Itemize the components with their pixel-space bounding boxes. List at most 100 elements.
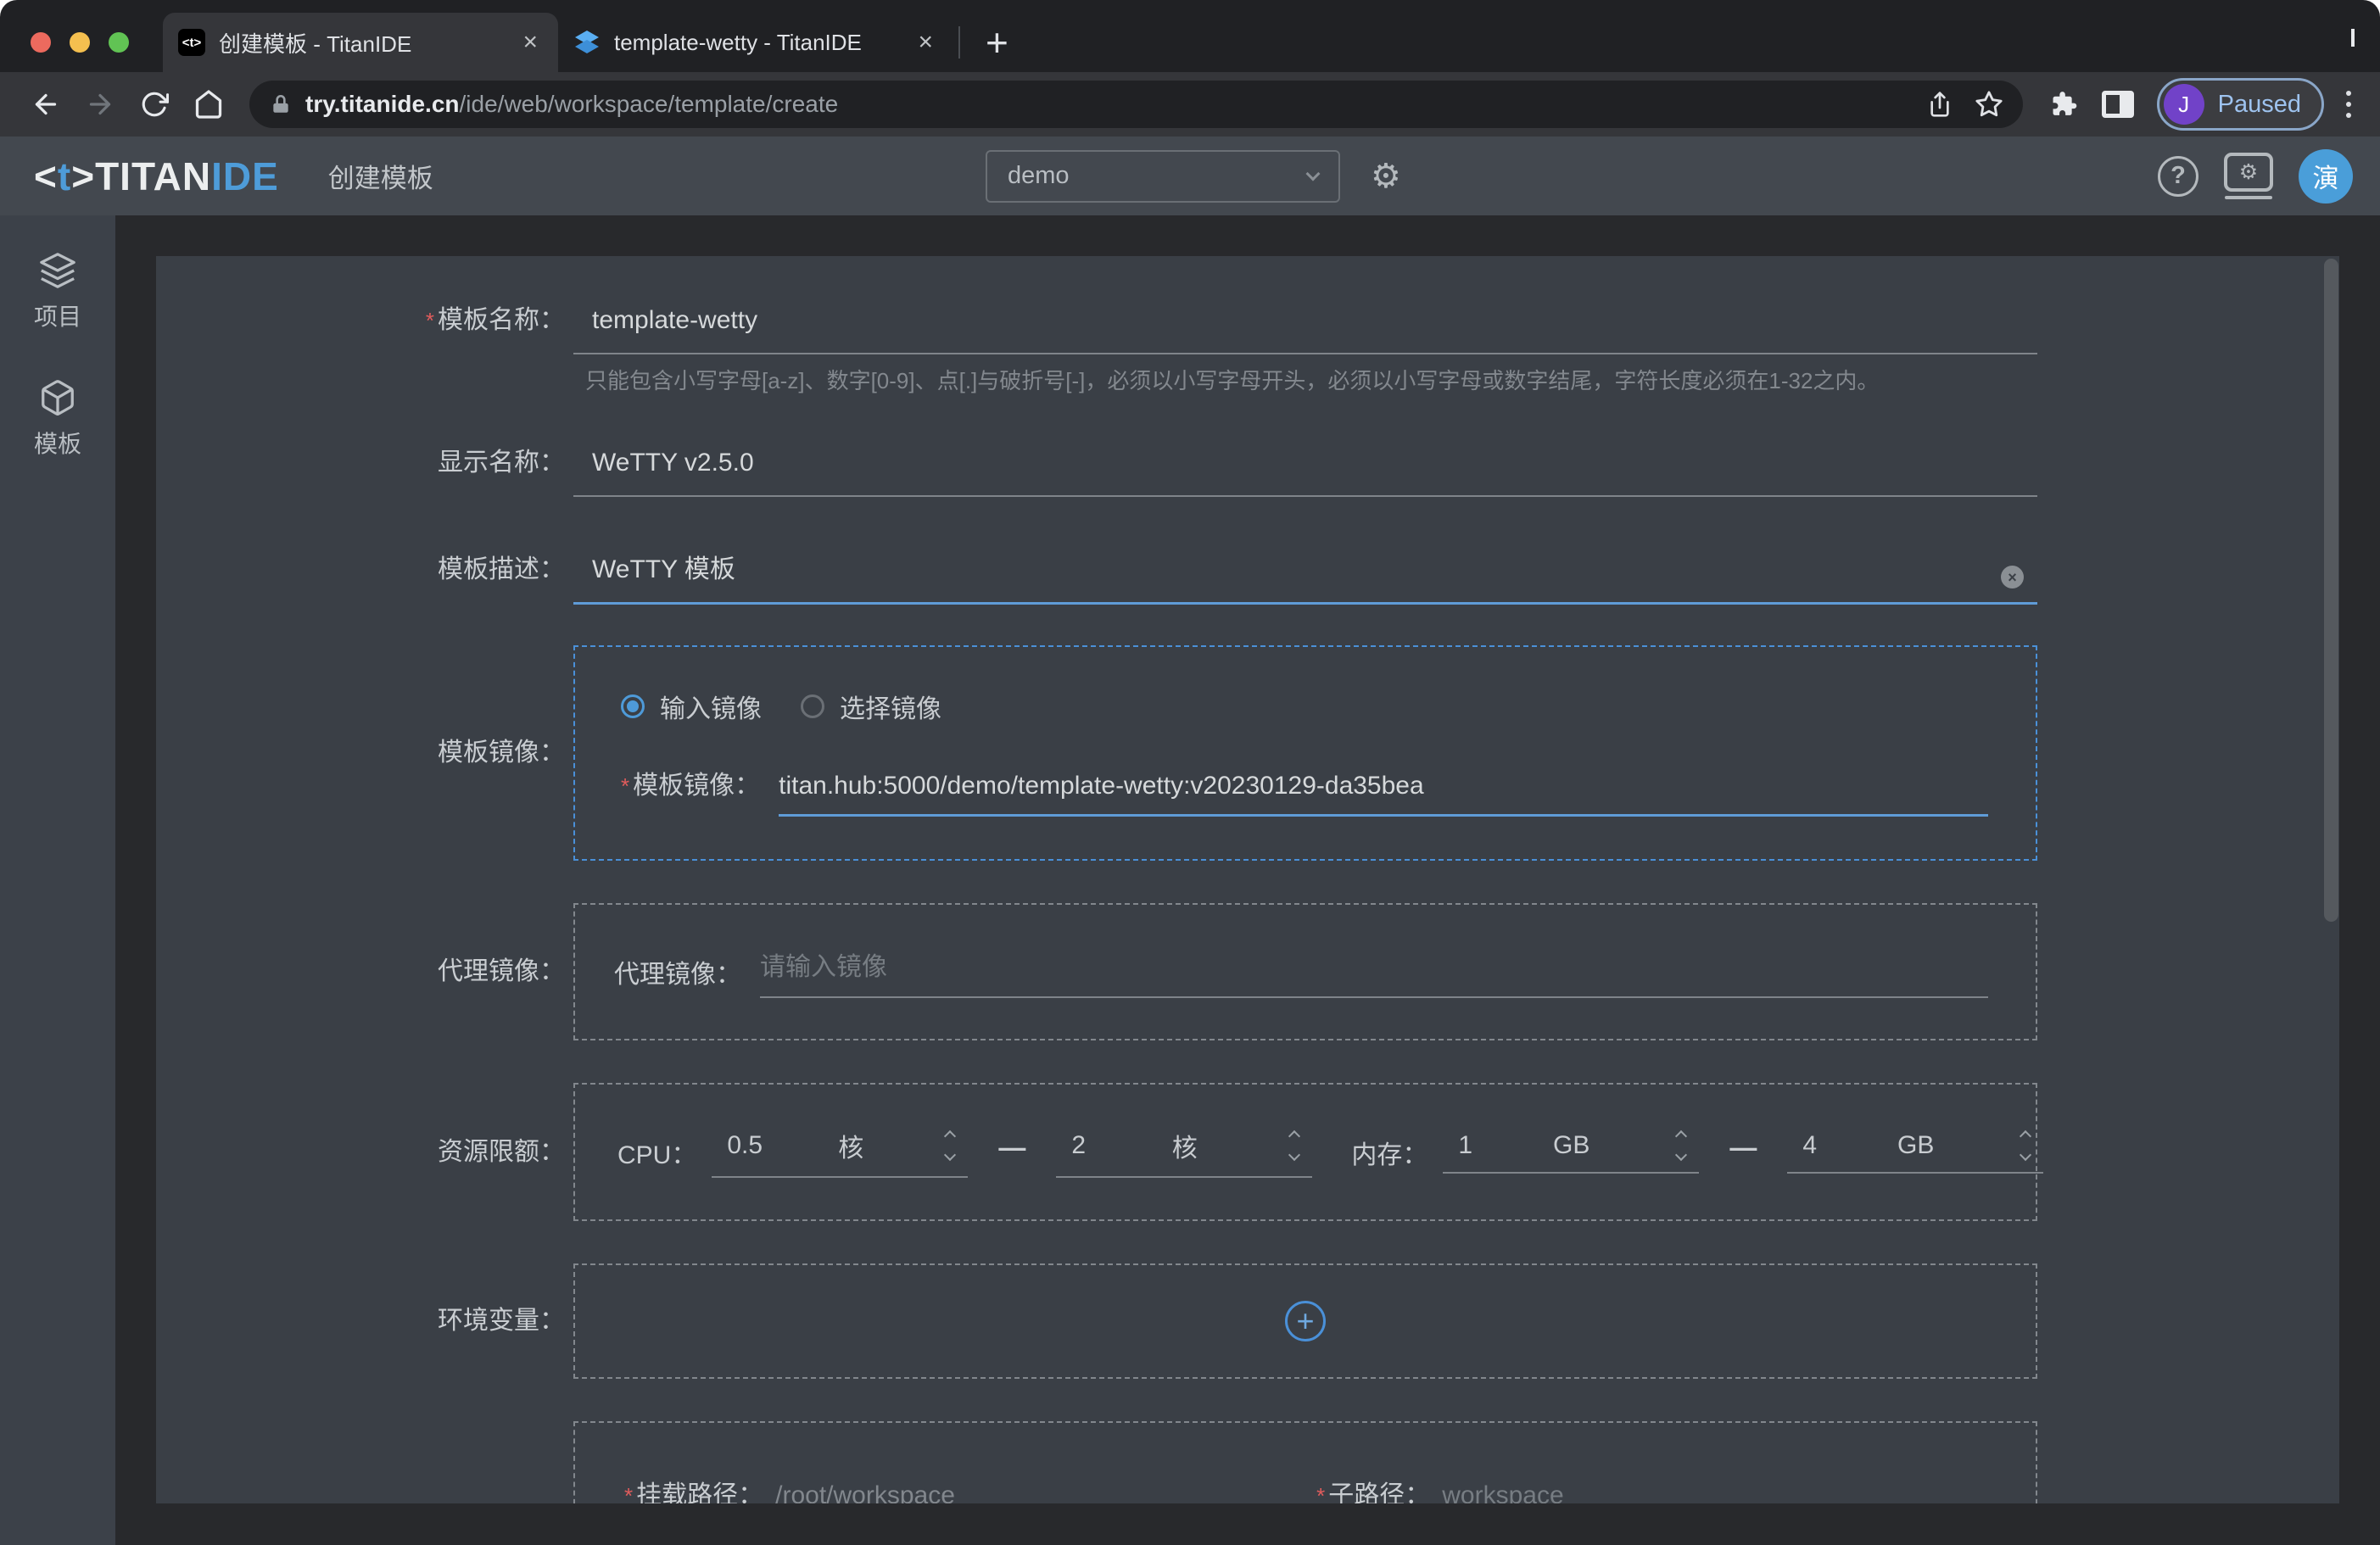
scrollbar-thumb[interactable] xyxy=(2324,259,2338,922)
workspace-select-value: demo xyxy=(1008,162,1308,190)
back-icon[interactable] xyxy=(25,84,66,125)
bookmark-star-icon[interactable] xyxy=(1969,84,2009,125)
template-image-label: 模板镜像： xyxy=(156,736,573,770)
titanide-logo: <t>TITANIDE xyxy=(34,153,279,199)
user-avatar[interactable]: 演 xyxy=(2299,149,2353,204)
template-name-hint: 只能包含小写字母[a-z]、数字[0-9]、点[.]与破折号[-]，必须以小写字… xyxy=(573,366,2037,395)
template-image-input[interactable]: titan.hub:5000/demo/template-wetty:v2023… xyxy=(779,772,1988,817)
sidebar: 项目 模板 xyxy=(0,215,115,1545)
browser-tab-create-template[interactable]: <t> 创建模板 - TitanIDE × xyxy=(163,13,558,72)
home-icon[interactable] xyxy=(188,84,229,125)
tab-title: 创建模板 - TitanIDE xyxy=(219,27,516,59)
memory-max-stepper[interactable]: 4 GB xyxy=(1787,1131,2043,1174)
proxy-image-input[interactable]: 请输入镜像 xyxy=(760,945,1988,998)
content-area: 项目 模板 *模板名称： template-wetty 只能包含 xyxy=(0,215,2380,1545)
workspace-settings-gear-icon[interactable]: ⚙ xyxy=(1371,159,1401,193)
tab-title: template-wetty - TitanIDE xyxy=(614,30,911,56)
env-vars-box: + xyxy=(573,1263,2037,1379)
browser-toolbar: try.titanide.cn/ide/web/workspace/templa… xyxy=(0,72,2380,137)
add-env-var-button[interactable]: + xyxy=(1285,1301,1326,1341)
display-name-label: 显示名称： xyxy=(156,446,573,480)
template-desc-input[interactable]: WeTTY 模板 × xyxy=(573,553,2037,605)
extensions-puzzle-icon[interactable] xyxy=(2043,84,2084,125)
display-name-row: 显示名称： WeTTY v2.5.0 xyxy=(156,446,2339,497)
proxy-image-row: 代理镜像： 代理镜像： 请输入镜像 xyxy=(156,903,2339,1040)
cpu-label: CPU： xyxy=(617,1134,696,1171)
template-desc-row: 模板描述： WeTTY 模板 × xyxy=(156,553,2339,605)
mount-path-input[interactable]: /root/workspace xyxy=(768,1481,1288,1503)
sidebar-item-projects[interactable]: 项目 xyxy=(34,251,81,332)
radio-select-image[interactable] xyxy=(801,694,824,718)
side-panel-icon[interactable] xyxy=(2098,84,2138,125)
sidebar-item-label: 项目 xyxy=(34,298,81,332)
sidebar-item-label: 模板 xyxy=(34,426,81,460)
app-header: <t>TITANIDE 创建模板 demo ⚙ ? ⚙ 演 xyxy=(0,137,2380,215)
share-icon[interactable] xyxy=(1919,84,1960,125)
cube-icon xyxy=(38,378,77,417)
fullscreen-window-button[interactable] xyxy=(109,32,129,53)
resource-limits-label: 资源限额： xyxy=(156,1135,573,1169)
inner-template-image-label: *模板镜像： xyxy=(621,764,760,801)
clear-input-icon[interactable]: × xyxy=(2001,566,2024,588)
display-name-input[interactable]: WeTTY v2.5.0 xyxy=(573,446,2037,497)
radio-input-image-selected[interactable] xyxy=(621,694,645,718)
mount-path-row: *挂载路径： /root/workspace *子路径： workspace xyxy=(156,1421,2339,1503)
template-desc-label: 模板描述： xyxy=(156,553,573,587)
page-title: 创建模板 xyxy=(328,157,433,195)
window-controls xyxy=(0,13,163,72)
image-mode-radio-group: 输入镜像 选择镜像 xyxy=(621,688,1988,725)
proxy-image-box: 代理镜像： 请输入镜像 xyxy=(573,903,2037,1040)
address-bar[interactable]: try.titanide.cn/ide/web/workspace/templa… xyxy=(249,81,2023,128)
console-settings-icon[interactable]: ⚙ xyxy=(2224,153,2273,199)
tab-close-icon[interactable]: × xyxy=(911,30,940,55)
header-right-actions: ? ⚙ 演 xyxy=(2158,149,2353,204)
cpu-max-stepper[interactable]: 2 核 xyxy=(1056,1127,1312,1178)
close-window-button[interactable] xyxy=(31,32,51,53)
profile-avatar: J xyxy=(2164,84,2204,125)
template-image-row: 模板镜像： 输入镜像 选择镜像 *模板镜像： titan.hub:5000/de… xyxy=(156,645,2339,861)
template-image-box: 输入镜像 选择镜像 *模板镜像： titan.hub:5000/demo/tem… xyxy=(573,645,2037,861)
resource-limits-row: 资源限额： CPU： 0.5 核 — 2 核 xyxy=(156,1083,2339,1221)
radio-input-image-label: 输入镜像 xyxy=(660,688,762,725)
browser-window: <t> 创建模板 - TitanIDE × template-wetty - T… xyxy=(0,0,2380,1545)
memory-min-stepper[interactable]: 1 GB xyxy=(1443,1131,1699,1174)
url-path: /ide/web/workspace/template/create xyxy=(460,91,839,117)
stepper-arrows-icon[interactable] xyxy=(939,1132,961,1159)
browser-tab-template-wetty[interactable]: template-wetty - TitanIDE × xyxy=(558,13,953,72)
sub-path-input[interactable]: workspace xyxy=(1435,1481,1985,1503)
sidebar-item-templates[interactable]: 模板 xyxy=(34,378,81,460)
range-dash: — xyxy=(1729,1132,1757,1172)
proxy-image-label: 代理镜像： xyxy=(156,955,573,989)
env-vars-label: 环境变量： xyxy=(156,1304,573,1338)
url-text: try.titanide.cn/ide/web/workspace/templa… xyxy=(305,91,1911,118)
layers-icon xyxy=(38,251,77,290)
chevron-down-icon xyxy=(1306,166,1321,181)
new-tab-button[interactable]: + xyxy=(970,13,1024,72)
template-name-label: *模板名称： xyxy=(156,304,573,337)
forward-icon[interactable] xyxy=(80,84,120,125)
help-icon[interactable]: ? xyxy=(2158,156,2198,197)
env-vars-row: 环境变量： + xyxy=(156,1263,2339,1379)
reload-icon[interactable] xyxy=(134,84,175,125)
titanide-favicon: <t> xyxy=(178,29,205,56)
template-name-row: *模板名称： template-wetty 只能包含小写字母[a-z]、数字[0… xyxy=(156,304,2339,395)
profile-paused-chip[interactable]: J Paused xyxy=(2157,78,2324,131)
browser-menu-icon[interactable] xyxy=(2336,91,2361,118)
cpu-min-stepper[interactable]: 0.5 核 xyxy=(712,1127,968,1178)
tab-close-icon[interactable]: × xyxy=(516,30,545,55)
stepper-arrows-icon[interactable] xyxy=(2014,1132,2036,1159)
mount-path-box: *挂载路径： /root/workspace *子路径： workspace xyxy=(573,1421,2037,1503)
minimize-window-button[interactable] xyxy=(70,32,90,53)
template-name-input[interactable]: template-wetty xyxy=(573,304,2037,354)
tab-divider xyxy=(958,26,960,59)
profile-paused-label: Paused xyxy=(2218,91,2301,119)
tab-strip: <t> 创建模板 - TitanIDE × template-wetty - T… xyxy=(0,0,2380,72)
stepper-arrows-icon[interactable] xyxy=(1670,1132,1692,1159)
template-wetty-favicon xyxy=(573,29,601,56)
workspace-controls: demo ⚙ xyxy=(986,137,1401,215)
stepper-arrows-icon[interactable] xyxy=(1283,1132,1305,1159)
workspace-select[interactable]: demo xyxy=(986,150,1340,203)
tab-search-chevron-icon[interactable] xyxy=(2351,29,2355,44)
radio-select-image-label: 选择镜像 xyxy=(840,688,941,725)
range-dash: — xyxy=(998,1132,1025,1172)
